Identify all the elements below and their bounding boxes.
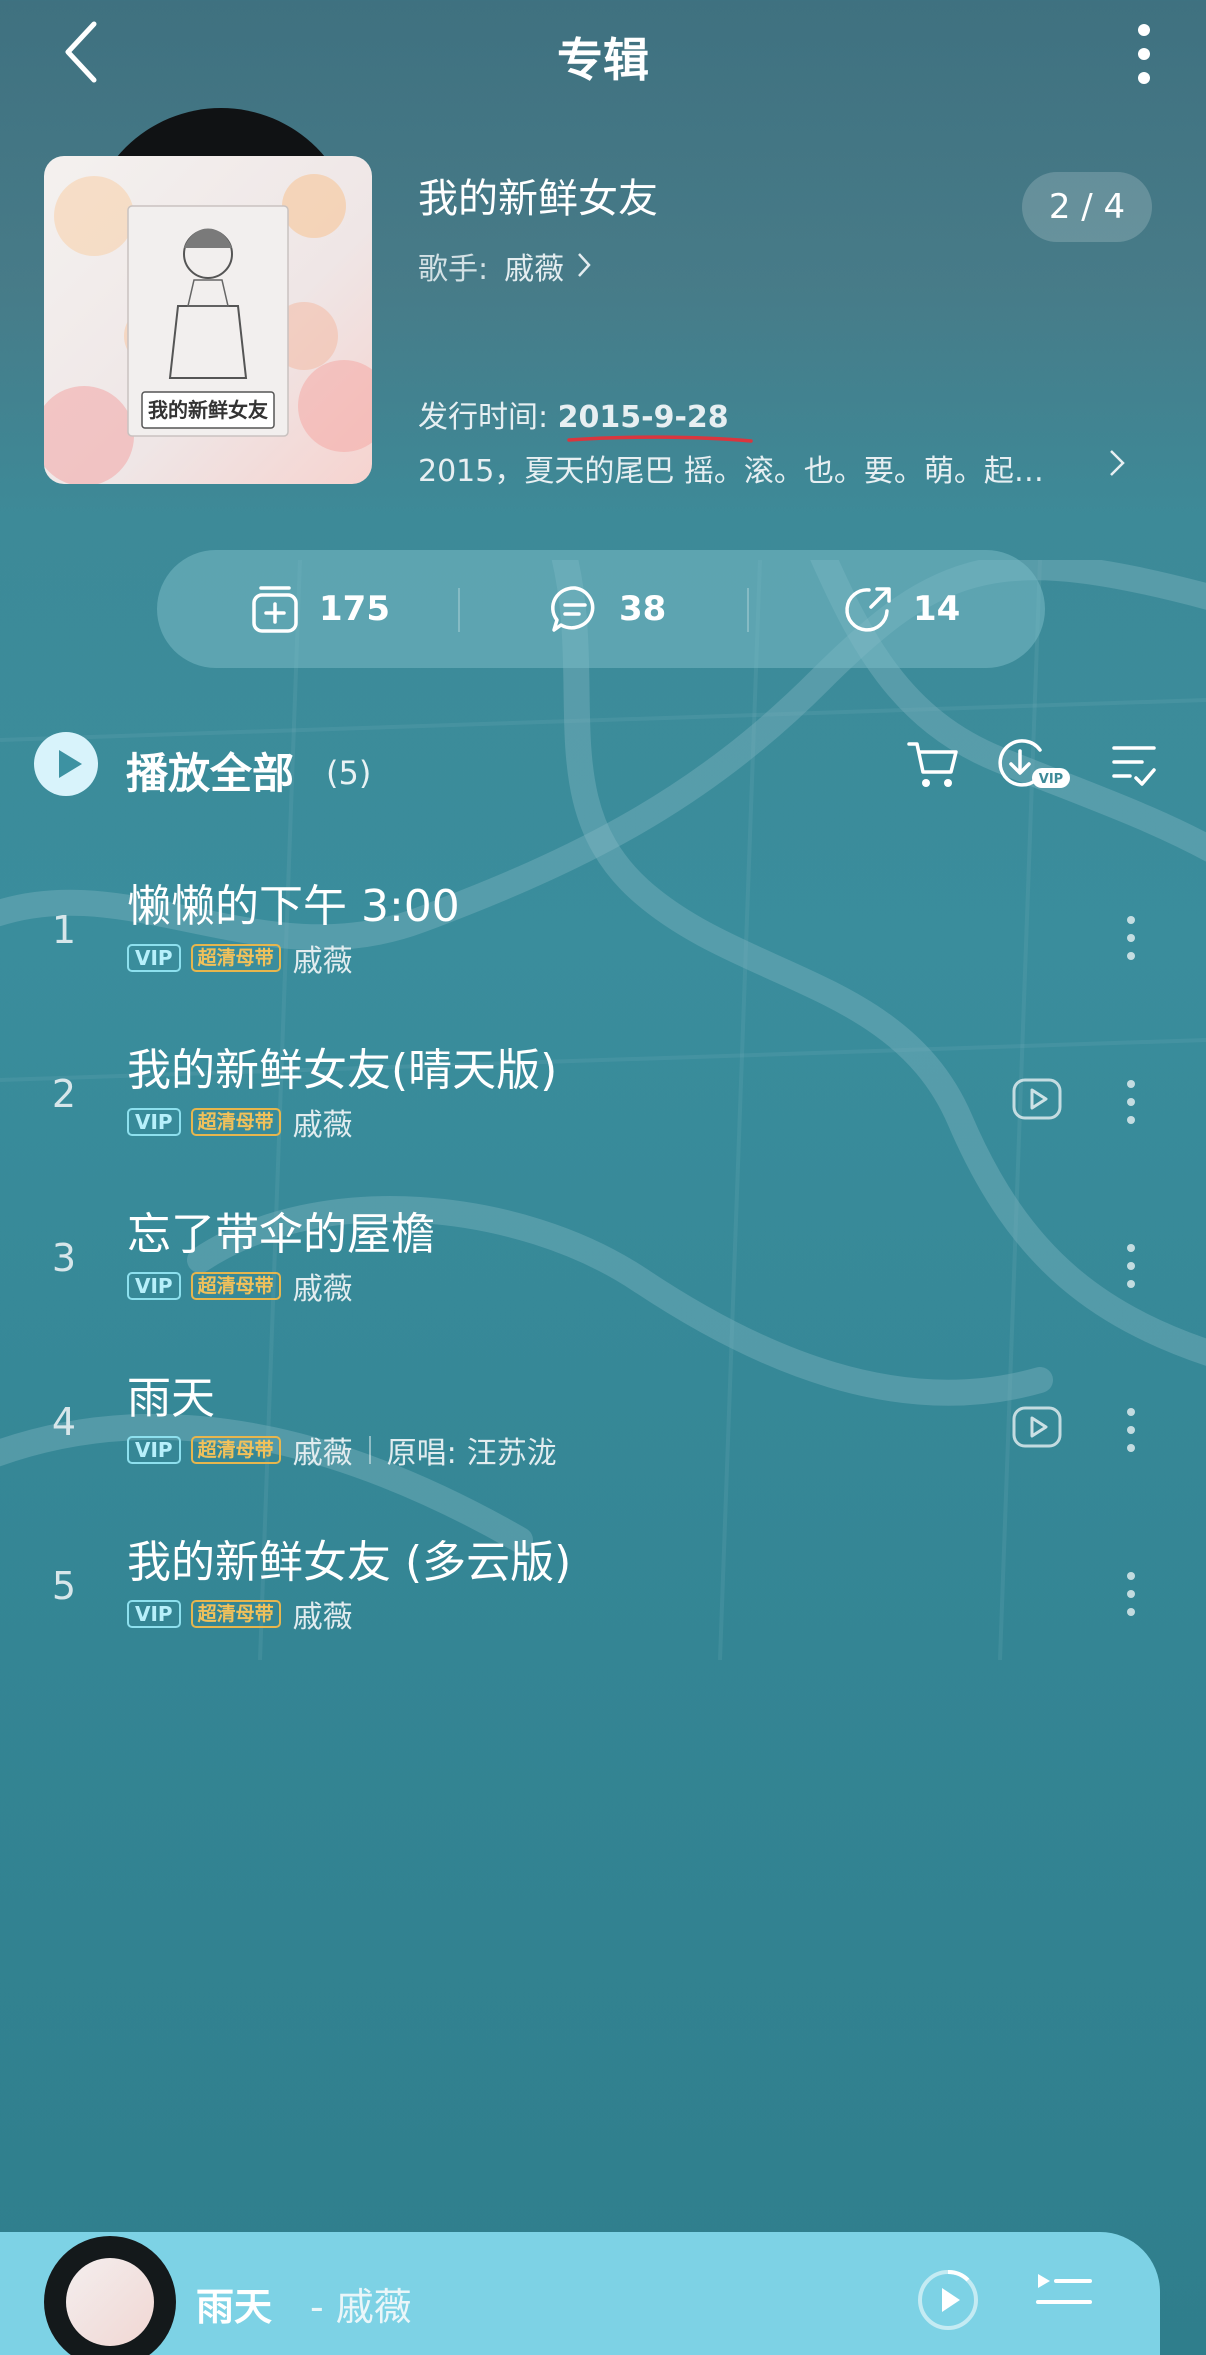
- more-options-icon[interactable]: [1136, 22, 1152, 86]
- quality-badge: 超清母带: [190, 1108, 281, 1136]
- song-row[interactable]: 5 我的新鲜女友 (多云版) VIP 超清母带 戚薇: [0, 1526, 1206, 1676]
- mv-video-icon[interactable]: [1012, 1078, 1062, 1120]
- song-more-icon[interactable]: [1124, 1406, 1138, 1454]
- top-bar: 专辑: [0, 0, 1206, 110]
- artist-name[interactable]: 戚薇: [504, 252, 564, 287]
- mv-video-icon[interactable]: [1012, 1406, 1062, 1448]
- song-meta: VIP 超清母带 戚薇: [127, 942, 353, 979]
- song-meta: VIP 超清母带 戚薇: [127, 1106, 353, 1143]
- song-artist: 戚薇: [292, 1108, 353, 1143]
- quality-badge: 超清母带: [190, 1272, 281, 1300]
- divider: [458, 588, 460, 632]
- song-title[interactable]: 雨天: [127, 1362, 215, 1426]
- song-more-icon[interactable]: [1124, 1570, 1138, 1618]
- original-singer-label: 原唱:: [386, 1436, 457, 1471]
- song-meta: VIP 超清母带 戚薇 原唱: 汪苏泷: [127, 1434, 557, 1471]
- song-number: 3: [51, 1236, 77, 1280]
- song-title[interactable]: 我的新鲜女友 (多云版): [127, 1526, 571, 1590]
- player-play-icon[interactable]: [916, 2268, 980, 2332]
- stats-bar: 175 38 14: [157, 550, 1045, 668]
- song-more-icon[interactable]: [1124, 1078, 1138, 1126]
- cover-title-text: 我的新鲜女友: [148, 398, 268, 422]
- favorite-button[interactable]: 175: [249, 550, 390, 668]
- play-icon: [59, 750, 82, 778]
- shares-count: 14: [913, 589, 961, 629]
- original-singer: 汪苏泷: [466, 1436, 557, 1471]
- quality-badge: 超清母带: [190, 1600, 281, 1628]
- song-title[interactable]: 我的新鲜女友(晴天版): [127, 1034, 557, 1098]
- song-meta: VIP 超清母带 戚薇: [127, 1598, 353, 1635]
- song-count: (5): [326, 754, 372, 792]
- cart-icon[interactable]: [906, 738, 960, 792]
- song-more-icon[interactable]: [1124, 914, 1138, 962]
- song-title[interactable]: 忘了带伞的屋檐: [127, 1198, 435, 1262]
- song-meta: VIP 超清母带 戚薇: [127, 1270, 353, 1307]
- album-cover[interactable]: 我的新鲜女友: [44, 156, 372, 484]
- artist-label: 歌手:: [418, 252, 489, 287]
- song-artist: 戚薇: [292, 944, 353, 979]
- red-underline-annotation: [567, 435, 753, 443]
- vip-badge: VIP: [127, 1600, 181, 1628]
- song-row[interactable]: 4 雨天 VIP 超清母带 戚薇 原唱: 汪苏泷: [0, 1362, 1206, 1512]
- release-info: 发行时间: 2015-9-28: [418, 392, 729, 436]
- vip-badge: VIP: [127, 944, 181, 972]
- song-title[interactable]: 懒懒的下午 3:00: [127, 870, 460, 934]
- svg-text:VIP: VIP: [1039, 772, 1063, 787]
- multi-select-icon[interactable]: [1110, 740, 1158, 792]
- release-label: 发行时间:: [418, 400, 549, 435]
- favorites-count: 175: [319, 589, 390, 629]
- cover-art-illustration: [44, 174, 372, 484]
- player-album-art: [66, 2258, 154, 2346]
- comments-count: 38: [619, 589, 667, 629]
- song-artist: 戚薇: [292, 1436, 353, 1471]
- song-artist: 戚薇: [292, 1600, 353, 1635]
- album-name: 我的新鲜女友: [418, 176, 658, 222]
- release-date: 2015-9-28: [557, 400, 729, 435]
- song-number: 4: [51, 1400, 77, 1444]
- chevron-right-icon: [578, 253, 591, 277]
- meta-divider: [368, 1436, 371, 1464]
- song-number: 2: [51, 1072, 77, 1116]
- comment-button[interactable]: 38: [549, 550, 666, 668]
- album-page-indicator[interactable]: 2 / 4: [1022, 172, 1152, 242]
- share-icon: [845, 587, 891, 632]
- player-song-title[interactable]: 雨天: [196, 2276, 272, 2331]
- album-description[interactable]: 2015，夏天的尾巴 摇。滚。也。要。萌。起…: [418, 446, 1138, 490]
- player-artist[interactable]: - 戚薇: [310, 2276, 412, 2331]
- vip-badge: VIP: [127, 1272, 181, 1300]
- song-row[interactable]: 2 我的新鲜女友(晴天版) VIP 超清母带 戚薇: [0, 1034, 1206, 1184]
- vip-badge: VIP: [127, 1108, 181, 1136]
- vip-download-icon[interactable]: VIP: [996, 736, 1072, 792]
- vip-badge: VIP: [127, 1436, 181, 1464]
- song-artist: 戚薇: [292, 1272, 353, 1307]
- playlist-icon[interactable]: [1036, 2270, 1092, 2310]
- song-row[interactable]: 3 忘了带伞的屋檐 VIP 超清母带 戚薇: [0, 1198, 1206, 1348]
- play-all-label[interactable]: 播放全部: [126, 740, 294, 801]
- song-row[interactable]: 1 懒懒的下午 3:00 VIP 超清母带 戚薇: [0, 870, 1206, 1020]
- comment-icon: [551, 586, 595, 632]
- song-number: 5: [51, 1564, 77, 1608]
- divider: [747, 588, 749, 632]
- song-number: 1: [51, 908, 77, 952]
- add-to-collection-icon: [252, 586, 298, 633]
- artist-link[interactable]: 歌手: 戚薇: [418, 244, 592, 288]
- share-button[interactable]: 14: [843, 550, 960, 668]
- page-title: 专辑: [557, 33, 649, 87]
- description-chevron-icon[interactable]: [1108, 446, 1126, 480]
- play-all-button[interactable]: [34, 732, 98, 796]
- quality-badge: 超清母带: [190, 1436, 281, 1464]
- quality-badge: 超清母带: [190, 944, 281, 972]
- song-more-icon[interactable]: [1124, 1242, 1138, 1290]
